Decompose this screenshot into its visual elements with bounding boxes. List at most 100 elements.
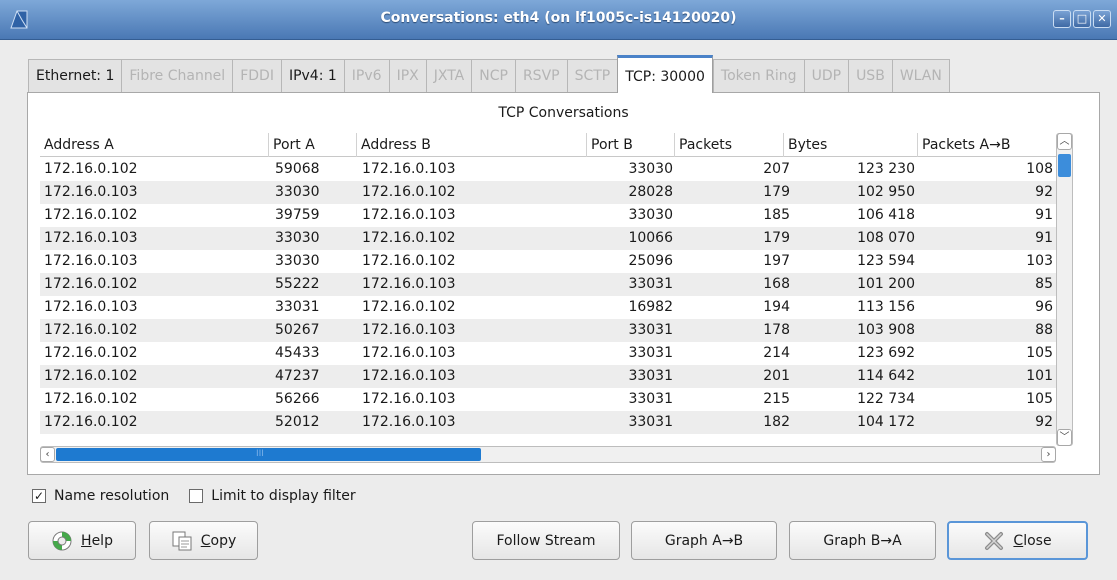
name-resolution-checkbox[interactable]: ✓: [32, 489, 46, 503]
cell-address-a: 172.16.0.102: [44, 414, 138, 430]
cell-port-a: 55222: [275, 276, 320, 292]
cell-bytes: 104 172: [857, 414, 915, 430]
help-label: Help: [81, 533, 113, 549]
cell-address-a: 172.16.0.102: [44, 276, 138, 292]
cell-packets-a-to-b: 88: [1035, 322, 1053, 338]
cell-packets: 179: [763, 230, 790, 246]
tab-rsvp: RSVP: [514, 59, 567, 93]
tab-ethernet[interactable]: Ethernet: 1: [28, 59, 122, 93]
vertical-scroll-thumb[interactable]: [1058, 154, 1071, 177]
cell-address-a: 172.16.0.102: [44, 161, 138, 177]
table-row[interactable]: 172.16.0.102 39759 172.16.0.103 33030 185 106…: [40, 204, 1056, 227]
table-row[interactable]: 172.16.0.103 33031 172.16.0.102 16982 194 113…: [40, 296, 1056, 319]
close-window-button[interactable]: ✕: [1093, 10, 1111, 28]
horizontal-scroll-thumb[interactable]: III: [56, 448, 481, 461]
table-row[interactable]: 172.16.0.102 59068 172.16.0.103 33030 207 123…: [40, 158, 1056, 181]
cell-packets-a-to-b: 92: [1035, 184, 1053, 200]
cell-packets: 178: [763, 322, 790, 338]
cell-port-a: 52012: [275, 414, 320, 430]
cell-port-b: 25096: [628, 253, 673, 269]
vertical-scrollbar[interactable]: ︿ ﹀: [1056, 133, 1073, 446]
cell-address-a: 172.16.0.102: [44, 345, 138, 361]
column-header-bytes[interactable]: Bytes: [784, 133, 918, 157]
column-header-address-b[interactable]: Address B: [357, 133, 587, 157]
cell-packets-a-to-b: 91: [1035, 230, 1053, 246]
table-row[interactable]: 172.16.0.102 47237 172.16.0.103 33031 201 114…: [40, 365, 1056, 388]
scroll-up-icon[interactable]: ︿: [1057, 133, 1072, 150]
copy-button[interactable]: Copy: [149, 521, 258, 560]
column-header-address-a[interactable]: Address A: [40, 133, 269, 157]
table-row[interactable]: 172.16.0.102 52012 172.16.0.103 33031 182 104…: [40, 411, 1056, 434]
cell-packets: 214: [763, 345, 790, 361]
close-button[interactable]: Close: [947, 521, 1088, 560]
cell-port-b: 33031: [628, 414, 673, 430]
cell-packets-a-to-b: 105: [1026, 391, 1053, 407]
table-title: TCP Conversations: [498, 105, 629, 121]
horizontal-scrollbar[interactable]: ‹ III ›: [40, 446, 1056, 463]
lifebuoy-icon: [52, 531, 72, 550]
cell-address-b: 172.16.0.103: [362, 207, 456, 223]
table-row[interactable]: 172.16.0.103 33030 172.16.0.102 25096 197 123…: [40, 250, 1056, 273]
table-body: 172.16.0.102 59068 172.16.0.103 33030 207 123…: [40, 158, 1056, 434]
help-button[interactable]: Help: [28, 521, 136, 560]
name-resolution-option[interactable]: ✓ Name resolution: [32, 488, 169, 504]
tab-wlan: WLAN: [891, 59, 950, 93]
table-row[interactable]: 172.16.0.102 56266 172.16.0.103 33031 215 122…: [40, 388, 1056, 411]
tab-fibre-channel: Fibre Channel: [121, 59, 233, 93]
cell-address-a: 172.16.0.103: [44, 253, 138, 269]
table-row[interactable]: 172.16.0.103 33030 172.16.0.102 28028 179 102…: [40, 181, 1056, 204]
cell-address-b: 172.16.0.102: [362, 299, 456, 315]
scroll-left-icon[interactable]: ‹: [40, 447, 55, 462]
graph-b-to-a-button[interactable]: Graph B→A: [789, 521, 936, 560]
tab-udp: UDP: [803, 59, 849, 93]
column-header-port-a[interactable]: Port A: [269, 133, 357, 157]
tab-sctp: SCTP: [566, 59, 618, 93]
minimize-button[interactable]: –: [1053, 10, 1071, 28]
maximize-button[interactable]: □: [1073, 10, 1091, 28]
table-row[interactable]: 172.16.0.102 55222 172.16.0.103 33031 168 101…: [40, 273, 1056, 296]
copy-mnemonic: C: [200, 532, 211, 549]
cell-packets: 182: [763, 414, 790, 430]
cell-port-a: 47237: [275, 368, 320, 384]
cell-bytes: 102 950: [857, 184, 915, 200]
cell-address-a: 172.16.0.102: [44, 322, 138, 338]
cell-packets: 168: [763, 276, 790, 292]
table-row[interactable]: 172.16.0.102 45433 172.16.0.103 33031 214 123…: [40, 342, 1056, 365]
cell-address-a: 172.16.0.103: [44, 230, 138, 246]
title-bar[interactable]: Conversations: eth4 (on lf1005c-is141200…: [0, 0, 1117, 40]
follow-stream-button[interactable]: Follow Stream: [472, 521, 620, 560]
close-label-rest: lose: [1023, 532, 1052, 549]
cell-bytes: 123 692: [857, 345, 915, 361]
help-label-rest: elp: [91, 532, 113, 549]
graph-a-to-b-button[interactable]: Graph A→B: [631, 521, 777, 560]
cell-address-b: 172.16.0.103: [362, 276, 456, 292]
cell-bytes: 114 642: [857, 368, 915, 384]
cell-address-b: 172.16.0.102: [362, 230, 456, 246]
close-x-icon: [985, 531, 1004, 550]
cell-bytes: 106 418: [857, 207, 915, 223]
copy-label-rest: opy: [210, 532, 237, 549]
cell-address-b: 172.16.0.103: [362, 161, 456, 177]
table-row[interactable]: 172.16.0.102 50267 172.16.0.103 33031 178 103…: [40, 319, 1056, 342]
cell-packets: 207: [763, 161, 790, 177]
limit-filter-checkbox[interactable]: [189, 489, 204, 503]
tab-ipv4[interactable]: IPv4: 1: [280, 59, 344, 93]
table-row[interactable]: 172.16.0.103 33030 172.16.0.102 10066 179 108…: [40, 227, 1056, 250]
scroll-right-icon[interactable]: ›: [1041, 447, 1056, 462]
cell-port-b: 10066: [628, 230, 673, 246]
cell-port-a: 45433: [275, 345, 320, 361]
scroll-down-icon[interactable]: ﹀: [1057, 429, 1072, 446]
limit-filter-option[interactable]: Limit to display filter: [189, 488, 356, 504]
tab-tcp[interactable]: TCP: 30000: [617, 55, 713, 93]
column-header-port-b[interactable]: Port B: [587, 133, 675, 157]
conversations-window: Conversations: eth4 (on lf1005c-is141200…: [0, 0, 1117, 580]
cell-packets-a-to-b: 105: [1026, 345, 1053, 361]
column-header-packets-a-to-b[interactable]: Packets A→B: [918, 133, 1056, 157]
close-mnemonic: C: [1013, 532, 1024, 549]
grip-icon: III: [256, 449, 264, 459]
column-header-packets[interactable]: Packets: [675, 133, 784, 157]
tab-ipx: IPX: [388, 59, 426, 93]
cell-address-b: 172.16.0.103: [362, 391, 456, 407]
tab-fddi: FDDI: [232, 59, 281, 93]
cell-address-b: 172.16.0.103: [362, 368, 456, 384]
